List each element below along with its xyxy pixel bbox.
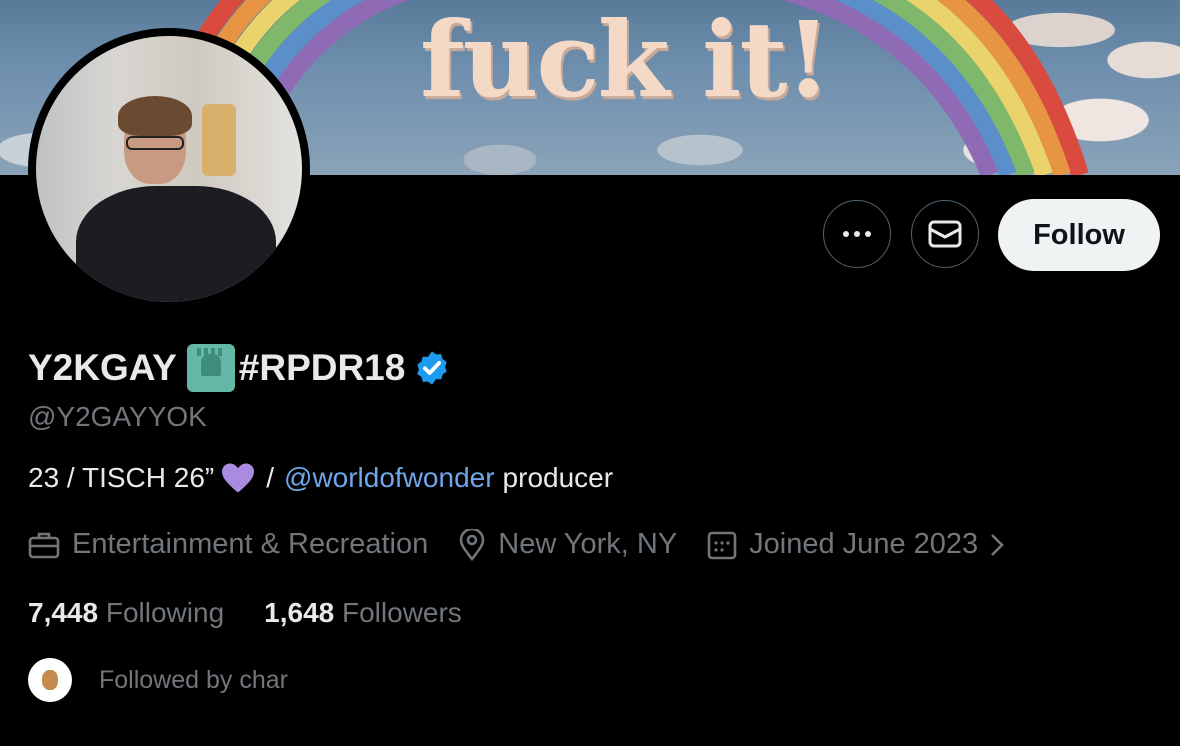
followers-count: 1,648: [264, 597, 335, 628]
bio-separator: /: [266, 462, 275, 493]
chevron-right-icon: [991, 533, 1004, 556]
location-label: New York, NY: [498, 528, 678, 560]
joined-label: Joined June 2023: [749, 528, 979, 560]
followed-by-text: Followed by char: [99, 665, 288, 694]
follower-avatar[interactable]: [28, 658, 72, 702]
followed-by-row[interactable]: Followed by char: [28, 658, 288, 702]
statue-of-liberty-icon: [186, 344, 235, 392]
followers-stat[interactable]: 1,648 Followers: [264, 597, 462, 629]
purple-heart-icon: [222, 463, 255, 493]
category-label: Entertainment & Recreation: [72, 528, 429, 560]
follow-button[interactable]: Follow: [998, 199, 1160, 271]
profile-location: New York, NY: [458, 528, 677, 561]
bio-mention-link[interactable]: @worldofwonder: [284, 462, 495, 494]
profile-bio: 23 / TISCH 26” / @worldofwonder producer: [28, 462, 613, 494]
profile-handle: @Y2GAYYOK: [28, 401, 207, 432]
location-pin-icon: [459, 528, 485, 561]
calendar-icon: [707, 531, 737, 559]
bio-text: 23 / TISCH 26”: [28, 462, 215, 493]
display-name: Y2KGAY: [28, 347, 177, 388]
profile-stats: 7,448 Following 1,648 Followers: [28, 597, 502, 629]
more-options-button[interactable]: [823, 200, 891, 268]
banner-text: fuck it!: [420, 0, 831, 121]
profile-join-date[interactable]: Joined June 2023: [707, 528, 1008, 561]
display-name-row: Y2KGAY #RPDR18: [28, 344, 451, 392]
display-name-suffix: #RPDR18: [238, 347, 406, 388]
verified-badge-icon[interactable]: [413, 349, 451, 387]
following-label: Following: [105, 597, 225, 628]
message-button[interactable]: [911, 200, 979, 268]
more-horizontal-icon: [843, 231, 871, 237]
briefcase-icon: [28, 532, 60, 558]
avatar-photo: [36, 36, 302, 302]
following-count: 7,448: [28, 597, 99, 628]
profile-category: Entertainment & Recreation: [28, 528, 428, 561]
following-stat[interactable]: 7,448 Following: [28, 597, 224, 629]
profile-meta: Entertainment & Recreation New York, NY …: [28, 528, 1008, 561]
envelope-icon: [928, 220, 962, 248]
bio-suffix: producer: [502, 462, 614, 493]
followers-label: Followers: [342, 597, 462, 628]
profile-avatar[interactable]: [28, 28, 310, 310]
